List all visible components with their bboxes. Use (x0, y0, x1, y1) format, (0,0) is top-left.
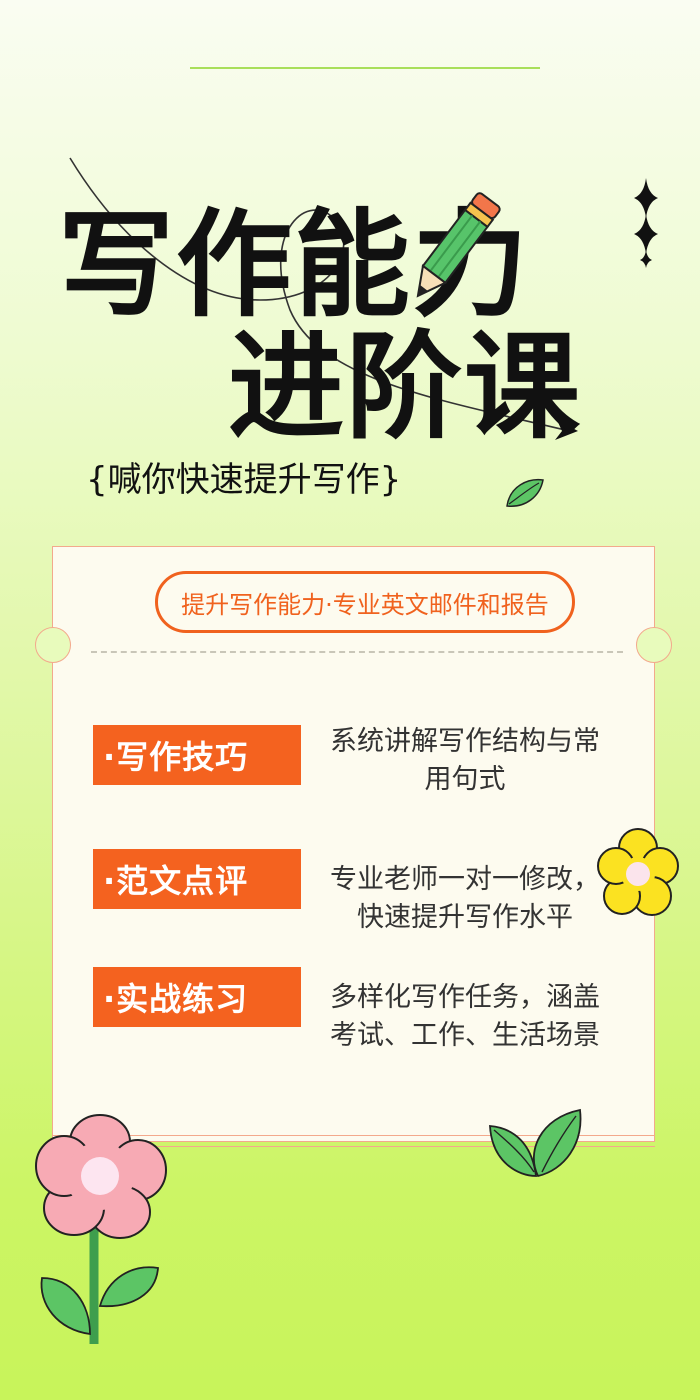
pink-flower-icon (35, 1114, 167, 1344)
feature-tag-practice: ·实战练习 (93, 967, 301, 1027)
feature-desc-practice: 多样化写作任务，涵盖考试、工作、生活场景 (330, 982, 600, 1051)
sparkle-icon (634, 178, 658, 268)
card-notch-right (636, 627, 672, 663)
card-notch-left (35, 627, 71, 663)
course-card: 提升写作能力·专业英文邮件和报告 ·写作技巧 系统讲解写作结构与常用句式 ·范文… (35, 546, 672, 1136)
feature-tag-essay-review: ·范文点评 (93, 849, 301, 909)
title-line-2: 进阶课 (228, 320, 582, 455)
feature-tag-writing-skills: ·写作技巧 (93, 725, 301, 785)
subtitle: {喊你快速提升写作} (86, 460, 402, 500)
leaf-pair-icon (489, 1108, 582, 1178)
top-divider (190, 67, 540, 69)
leaf-icon (506, 478, 544, 507)
card-headline: 提升写作能力·专业英文邮件和报告 (155, 571, 575, 633)
card-divider (91, 651, 623, 653)
yellow-flower-icon (597, 828, 679, 916)
feature-desc-essay-review: 专业老师一对一修改，快速提升写作水平 (330, 864, 600, 933)
feature-desc-writing-skills: 系统讲解写作结构与常用句式 (330, 726, 600, 795)
pencil-icon (416, 192, 501, 298)
